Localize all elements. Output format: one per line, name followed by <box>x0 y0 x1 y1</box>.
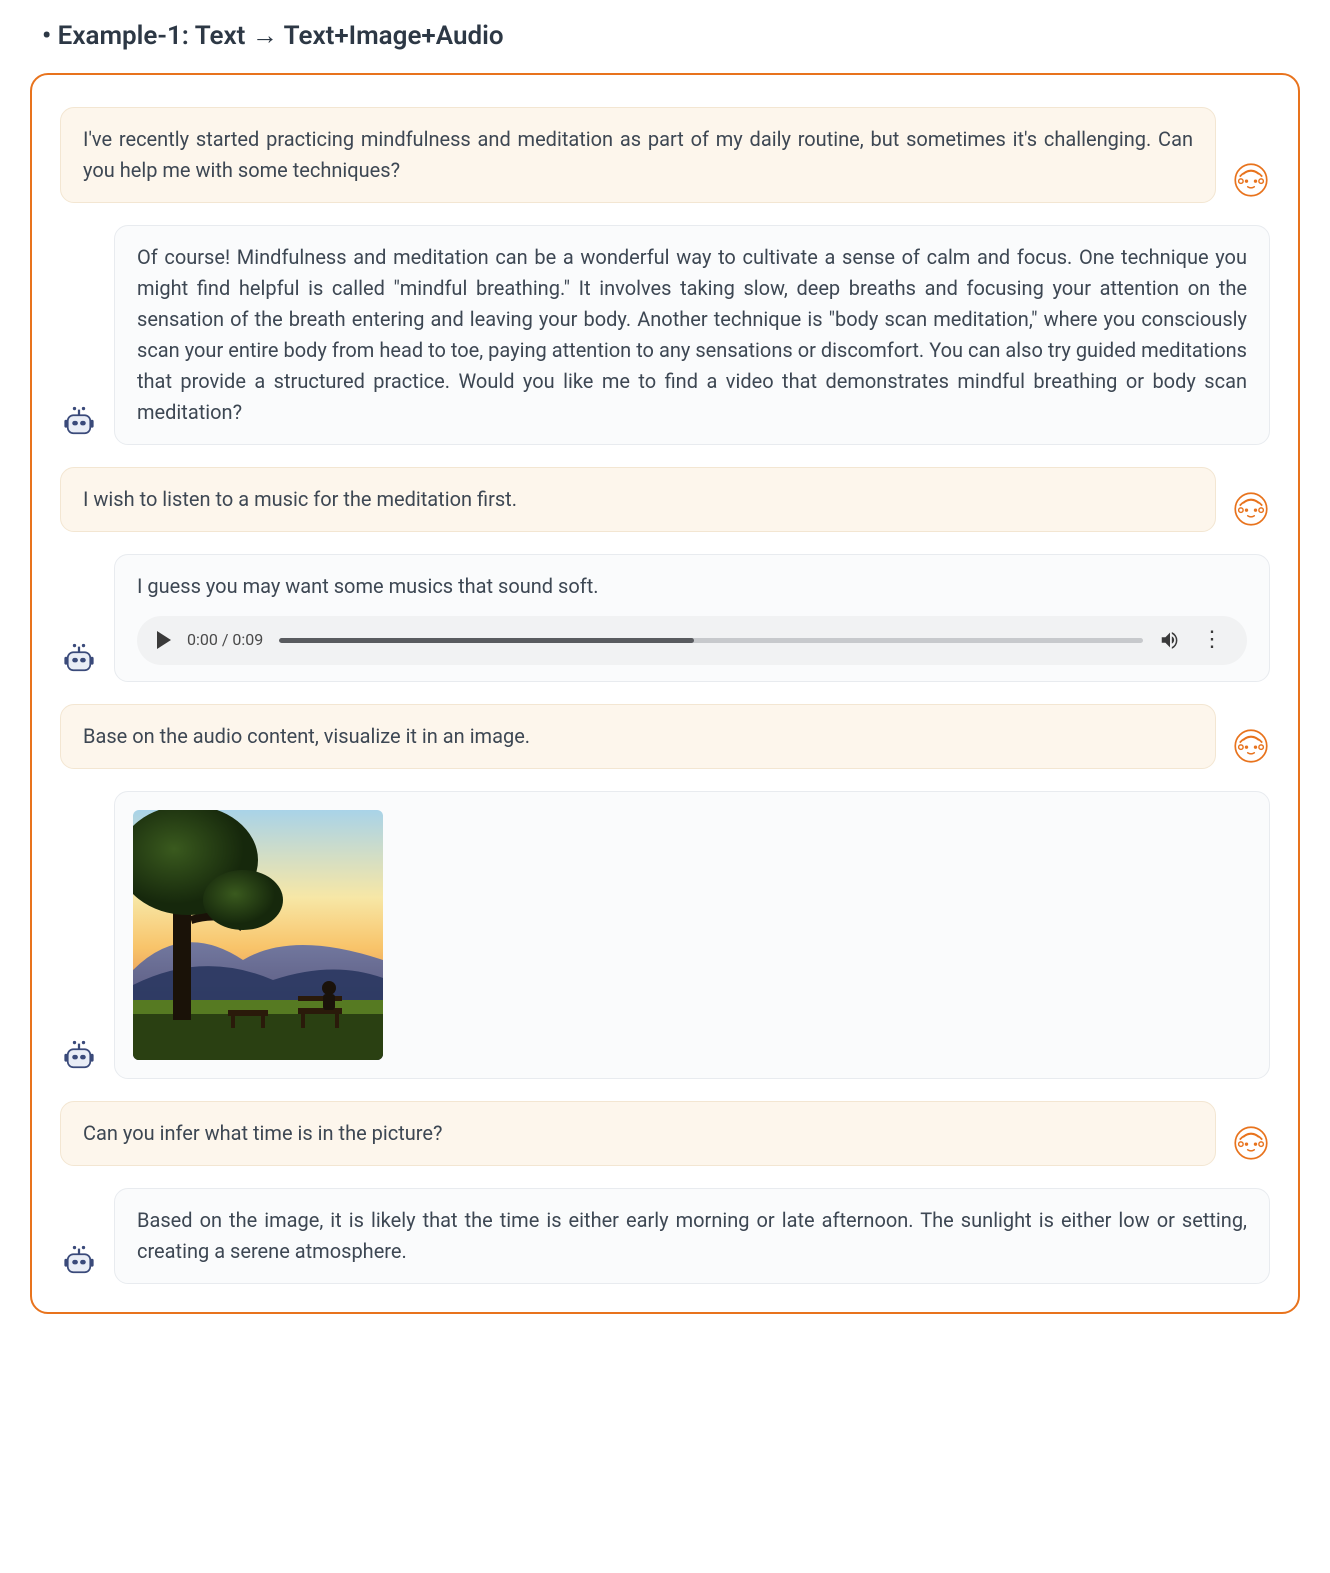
bot-message-bubble: I guess you may want some musics that so… <box>114 554 1270 682</box>
bot-avatar-icon <box>60 1037 98 1075</box>
more-vert-icon[interactable]: ⋮ <box>1197 629 1227 651</box>
message-row-bot: Based on the image, it is likely that th… <box>60 1188 1270 1284</box>
user-message-bubble: Can you infer what time is in the pictur… <box>60 1101 1216 1166</box>
user-message-bubble: I've recently started practicing mindful… <box>60 107 1216 203</box>
bot-avatar-icon <box>60 1242 98 1280</box>
audio-player: 0:00 / 0:09 ⋮ <box>137 616 1247 665</box>
bot-message-bubble: Based on the image, it is likely that th… <box>114 1188 1270 1284</box>
user-avatar-icon <box>1232 490 1270 528</box>
bot-message-text: I guess you may want some musics that so… <box>137 571 1247 602</box>
message-row-user: Base on the audio content, visualize it … <box>60 704 1270 769</box>
play-icon[interactable] <box>157 631 171 649</box>
message-row-bot: Of course! Mindfulness and meditation ca… <box>60 225 1270 445</box>
user-avatar-icon <box>1232 1124 1270 1162</box>
bot-avatar-icon <box>60 403 98 441</box>
example-title: • Example-1: Text → Text+Image+Audio <box>30 20 1300 51</box>
message-row-bot: I guess you may want some musics that so… <box>60 554 1270 682</box>
message-row-user: I wish to listen to a music for the medi… <box>60 467 1270 532</box>
message-row-user: Can you infer what time is in the pictur… <box>60 1101 1270 1166</box>
generated-image <box>133 810 383 1060</box>
user-message-bubble: I wish to listen to a music for the medi… <box>60 467 1216 532</box>
audio-progress-fill <box>279 638 694 643</box>
bot-message-bubble <box>114 791 1270 1079</box>
message-row-bot <box>60 791 1270 1079</box>
bot-avatar-icon <box>60 640 98 678</box>
audio-time-label: 0:00 / 0:09 <box>187 628 263 653</box>
volume-icon[interactable] <box>1159 629 1181 651</box>
audio-progress-track[interactable] <box>279 638 1143 643</box>
user-avatar-icon <box>1232 161 1270 199</box>
bot-message-bubble: Of course! Mindfulness and meditation ca… <box>114 225 1270 445</box>
chat-container: I've recently started practicing mindful… <box>30 73 1300 1314</box>
message-row-user: I've recently started practicing mindful… <box>60 107 1270 203</box>
user-avatar-icon <box>1232 727 1270 765</box>
user-message-bubble: Base on the audio content, visualize it … <box>60 704 1216 769</box>
